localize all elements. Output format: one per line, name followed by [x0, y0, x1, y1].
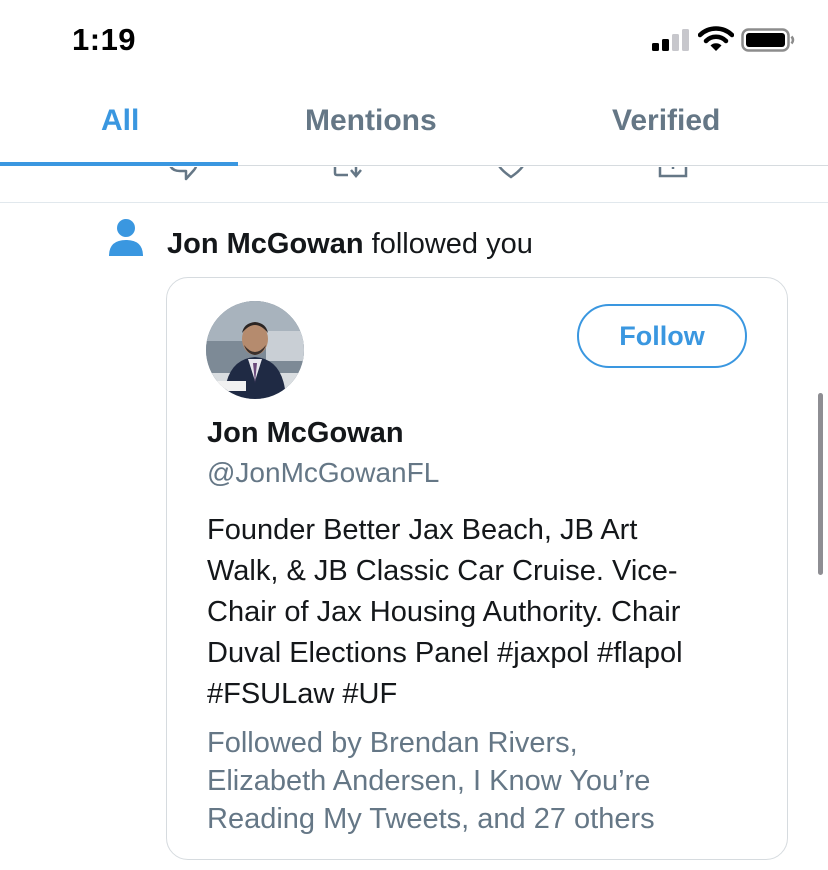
notification-text: Jon McGowan followed you [167, 228, 533, 261]
followed-by-text: Followed by Brendan Rivers, Elizabeth An… [207, 724, 767, 838]
avatar[interactable] [206, 301, 304, 399]
active-tab-indicator [0, 162, 238, 166]
user-card[interactable]: Follow Jon McGowan @JonMcGowanFL Founder… [166, 277, 788, 860]
share-icon[interactable] [656, 167, 690, 183]
followed-by-line: Reading My Tweets, and 27 others [207, 803, 655, 835]
bio-line: Chair of Jax Housing Authority. Chair [207, 596, 681, 628]
user-display-name[interactable]: Jon McGowan [207, 417, 404, 450]
cellular-signal-icon [652, 29, 689, 51]
bio-line: #FSULaw #UF [207, 678, 398, 710]
user-handle[interactable]: @JonMcGowanFL [207, 457, 439, 489]
wifi-icon [698, 26, 734, 51]
notification-action-text: followed you [363, 228, 533, 260]
notification-tabs: All Mentions Verified [0, 80, 828, 166]
person-icon [109, 219, 143, 256]
bio-line: Founder Better Jax Beach, JB Art [207, 514, 638, 546]
bio-line: Duval Elections Panel #jaxpol #flapol [207, 637, 683, 669]
tab-mentions[interactable]: Mentions [305, 104, 437, 138]
battery-icon [741, 28, 795, 52]
followed-by-line: Elizabeth Andersen, I Know You’re [207, 765, 651, 797]
status-time: 1:19 [72, 22, 137, 57]
scrollbar[interactable] [818, 393, 823, 575]
retweet-icon[interactable] [332, 167, 366, 183]
notification-actor-name[interactable]: Jon McGowan [167, 228, 364, 260]
like-icon[interactable] [494, 167, 528, 183]
user-bio: Founder Better Jax Beach, JB Art Walk, &… [207, 510, 767, 715]
avatar-photo [206, 301, 304, 399]
follow-button[interactable]: Follow [577, 304, 747, 368]
followed-by-line: Followed by Brendan Rivers, [207, 727, 578, 759]
reply-icon[interactable] [166, 167, 200, 183]
tweet-action-row [0, 167, 828, 203]
tab-verified[interactable]: Verified [612, 104, 720, 138]
bio-line: Walk, & JB Classic Car Cruise. Vice- [207, 555, 678, 587]
tab-all[interactable]: All [101, 104, 139, 138]
status-bar: 1:19 [0, 0, 828, 80]
